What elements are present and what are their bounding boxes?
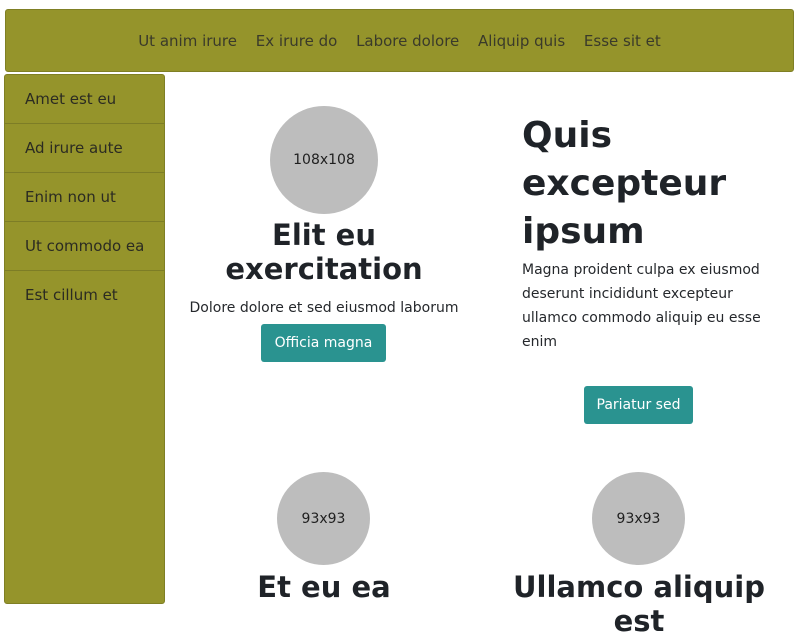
image-placeholder-label: 108x108: [293, 152, 355, 168]
card-title: Quis excepteur ipsum: [522, 115, 727, 252]
image-placeholder: 93x93: [277, 472, 370, 565]
image-placeholder: 108x108: [270, 106, 378, 214]
card-title: Ullamco aliquip est: [513, 570, 765, 638]
nav-item[interactable]: Aliquip quis: [478, 32, 565, 50]
card-text: Ullamco aliquip est: [495, 570, 783, 638]
nav-item[interactable]: Esse sit et: [584, 32, 661, 50]
sidebar: Amet est eu Ad irure aute Enim non ut Ut…: [4, 74, 165, 604]
image-placeholder: 93x93: [592, 472, 685, 565]
sidebar-item[interactable]: Ad irure aute: [5, 124, 164, 173]
primary-button[interactable]: Pariatur sed: [584, 386, 693, 424]
nav-item[interactable]: Ex irure do: [256, 32, 338, 50]
sidebar-item[interactable]: Ut commodo ea: [5, 222, 164, 271]
sidebar-item[interactable]: Enim non ut: [5, 173, 164, 222]
image-placeholder-label: 93x93: [301, 510, 346, 527]
nav-item[interactable]: Labore dolore: [356, 32, 459, 50]
sidebar-item[interactable]: Amet est eu: [5, 75, 164, 124]
top-navbar: Ut anim irure Ex irure do Labore dolore …: [5, 9, 794, 72]
card-title: Elit eu exercitation: [225, 218, 423, 286]
primary-button[interactable]: Officia magna: [261, 324, 386, 362]
card-description: Magna proident culpa ex eiusmod deserunt…: [522, 262, 761, 350]
image-placeholder-label: 93x93: [616, 510, 661, 527]
nav-item[interactable]: Ut anim irure: [138, 32, 237, 50]
card-text: Et eu ea: [224, 570, 424, 604]
sidebar-item[interactable]: Est cillum et: [5, 271, 164, 319]
card-title: Et eu ea: [257, 570, 391, 604]
top-nav: Ut anim irure Ex irure do Labore dolore …: [6, 32, 793, 50]
